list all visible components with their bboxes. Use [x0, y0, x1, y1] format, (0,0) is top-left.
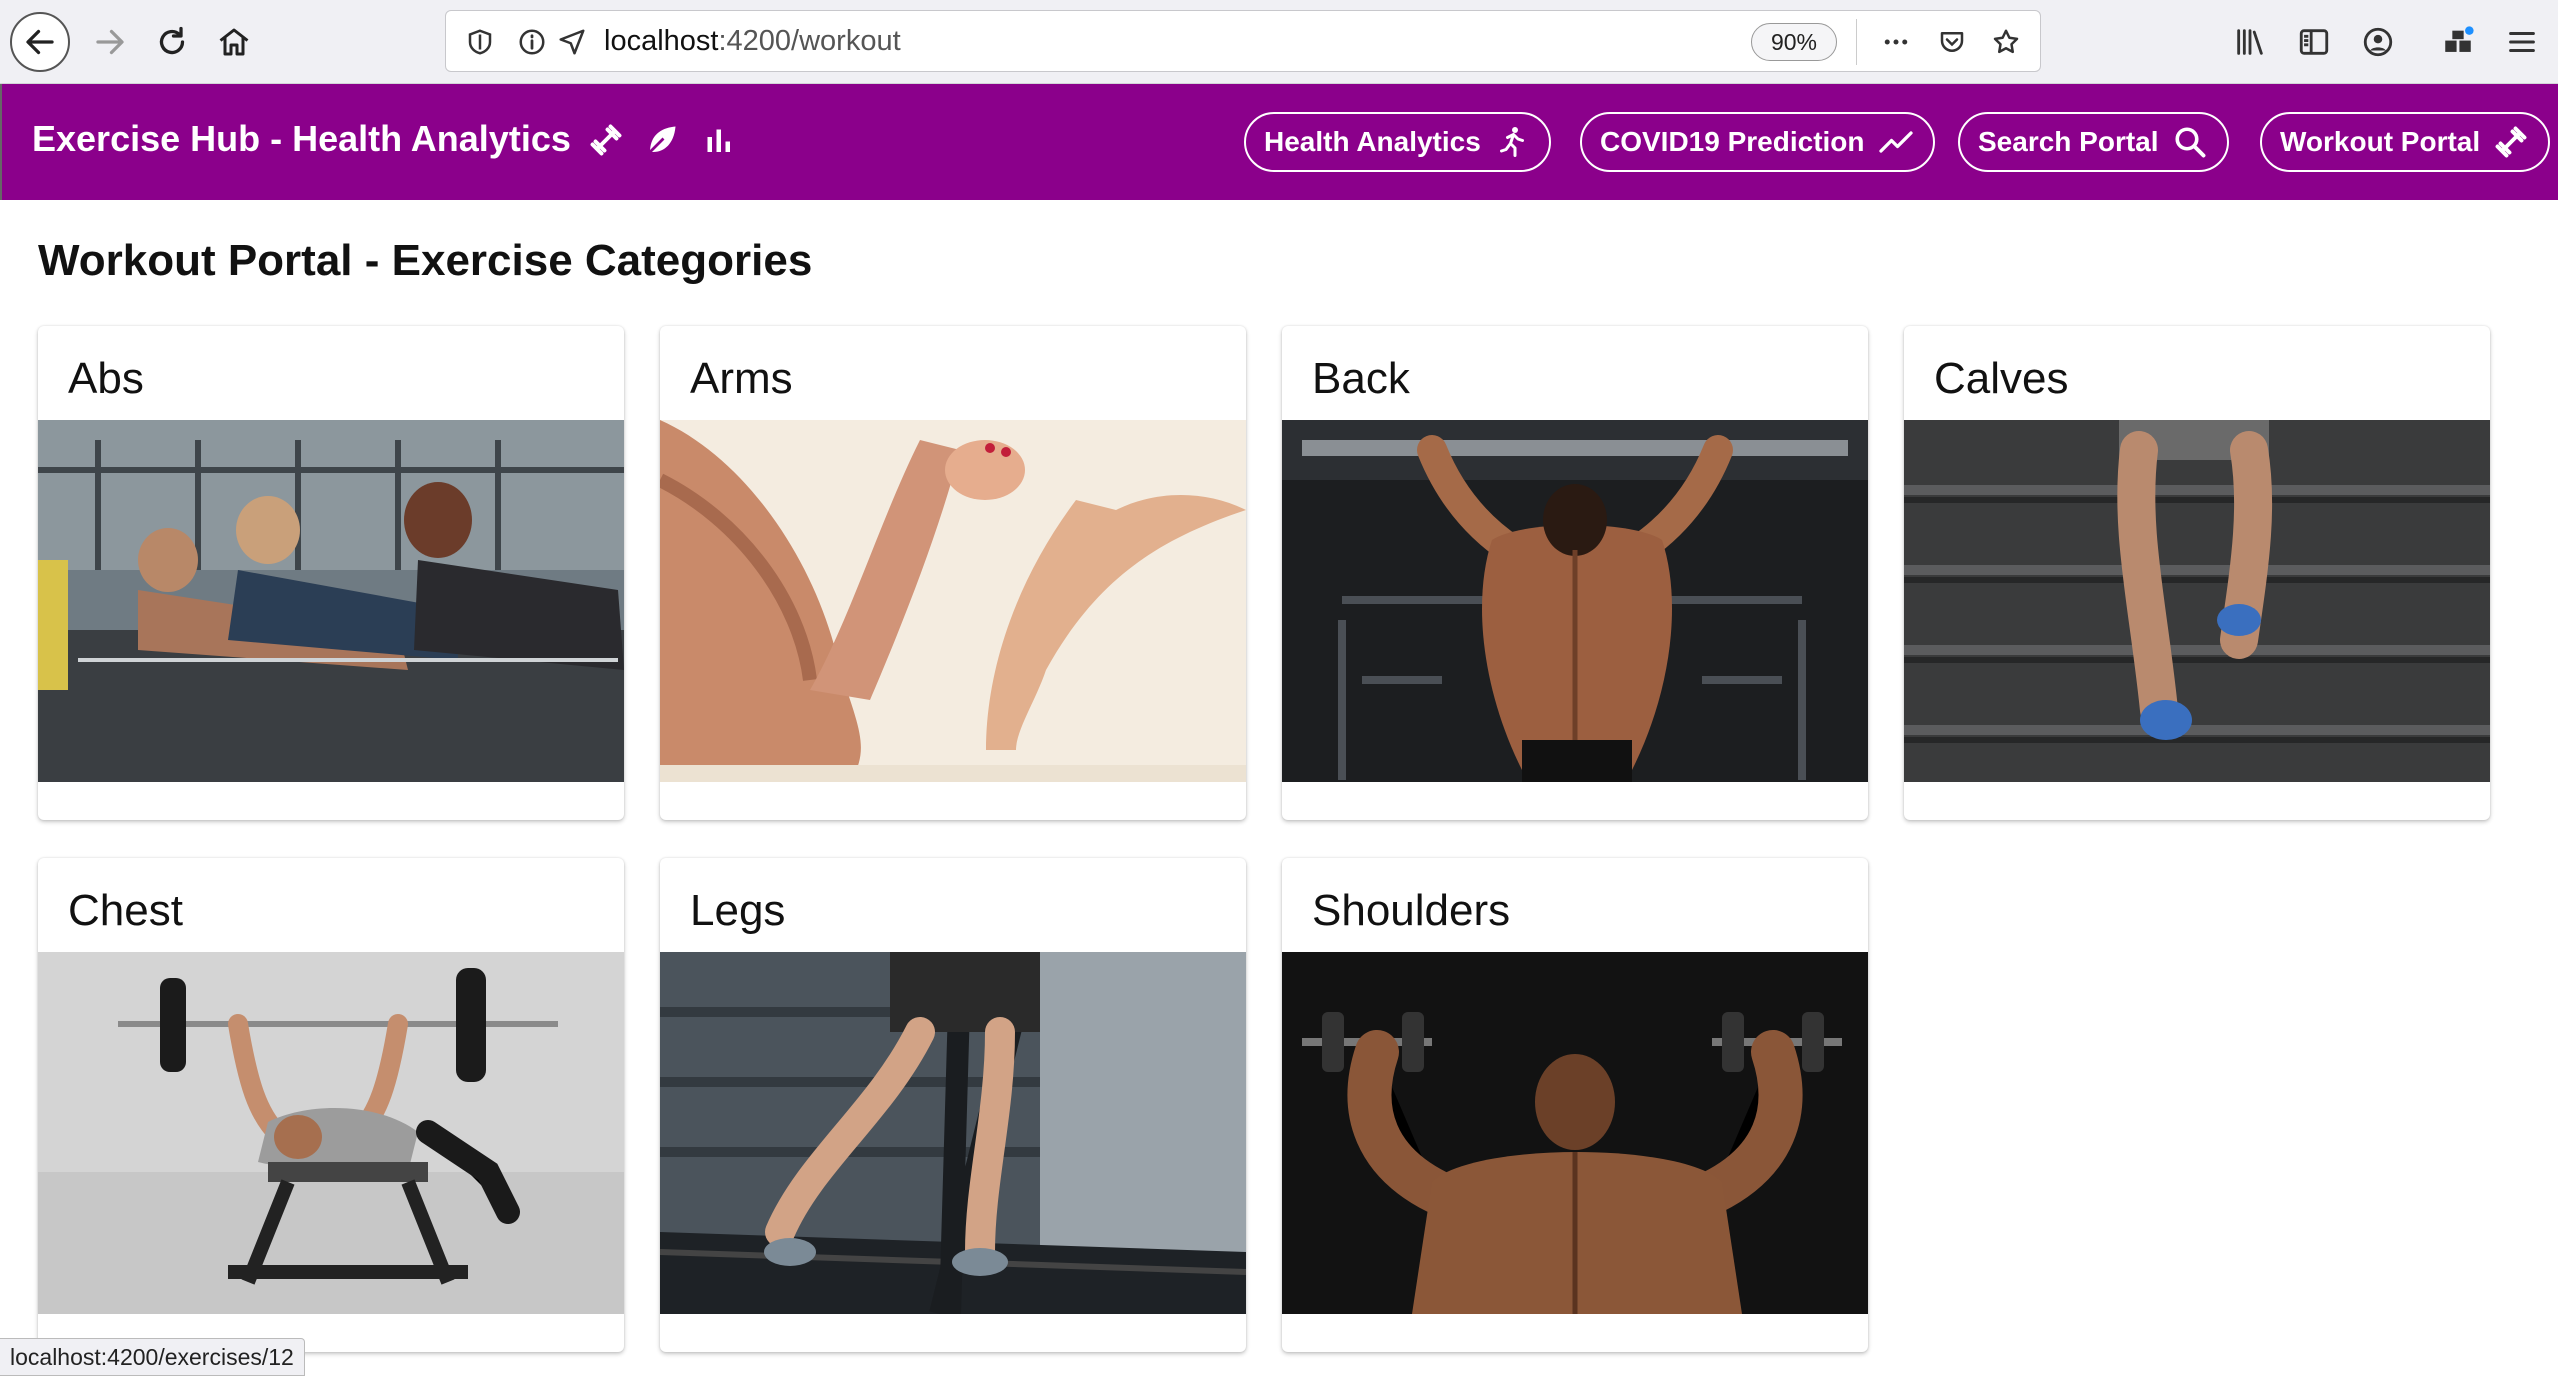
hamburger-menu-icon[interactable]: [2500, 20, 2544, 64]
reload-icon: [159, 26, 185, 55]
card-image[interactable]: [1282, 420, 1868, 782]
status-url: localhost:4200/exercises/12: [10, 1343, 294, 1370]
nav-label: Workout Portal: [2280, 126, 2481, 157]
location-arrow-icon[interactable]: [554, 24, 590, 60]
nav-search-portal[interactable]: Search Portal: [1958, 112, 2229, 172]
library-icon[interactable]: [2228, 20, 2272, 64]
zoom-badge[interactable]: 90%: [1751, 23, 1837, 61]
sidebar-icon[interactable]: [2292, 20, 2336, 64]
nav-label: Search Portal: [1978, 126, 2159, 157]
leaf-icon: [642, 120, 682, 160]
bar-chart-icon: [698, 120, 738, 160]
card-image[interactable]: [1904, 420, 2490, 782]
category-card-abs[interactable]: Abs: [38, 326, 624, 820]
card-image[interactable]: [38, 952, 624, 1314]
card-title: Legs: [690, 886, 786, 935]
url-bar[interactable]: localhost:4200/workout 90%: [445, 10, 2041, 72]
nav-health-analytics[interactable]: Health Analytics: [1244, 112, 1551, 172]
category-card-calves[interactable]: Calves: [1904, 326, 2490, 820]
account-icon[interactable]: [2356, 20, 2400, 64]
brand-title[interactable]: Exercise Hub - Health Analytics: [32, 118, 571, 160]
nav-workout-portal[interactable]: Workout Portal: [2260, 112, 2551, 172]
arrow-right-icon: [96, 29, 124, 55]
url-separator: [1856, 19, 1857, 65]
home-icon: [219, 28, 249, 56]
url-host: localhost: [604, 25, 719, 57]
pocket-icon[interactable]: [1934, 24, 1970, 60]
info-icon[interactable]: [514, 24, 550, 60]
brand-icons: [586, 120, 738, 160]
category-card-chest[interactable]: Chest: [38, 858, 624, 1352]
nav-label: Health Analytics: [1264, 126, 1481, 157]
card-title: Shoulders: [1312, 886, 1511, 935]
card-image[interactable]: [660, 420, 1246, 782]
url-path: :4200/workout: [718, 25, 901, 57]
card-title: Arms: [690, 354, 793, 403]
shield-icon[interactable]: [462, 24, 498, 60]
search-icon: [2171, 123, 2209, 161]
dumbbell-icon: [586, 120, 626, 160]
more-actions-icon[interactable]: [1878, 24, 1914, 60]
category-card-back[interactable]: Back: [1282, 326, 1868, 820]
status-bar: localhost:4200/exercises/12: [0, 1338, 305, 1376]
back-button[interactable]: [10, 12, 70, 72]
card-image[interactable]: [38, 420, 624, 782]
category-card-legs[interactable]: Legs: [660, 858, 1246, 1352]
bookmark-star-icon[interactable]: [1988, 24, 2024, 60]
category-card-shoulders[interactable]: Shoulders: [1282, 858, 1868, 1352]
url-text[interactable]: localhost:4200/workout: [604, 25, 901, 58]
reload-button[interactable]: [142, 12, 202, 72]
card-image[interactable]: [660, 952, 1246, 1314]
card-title: Calves: [1934, 354, 2069, 403]
card-title: Chest: [68, 886, 183, 935]
browser-toolbar: localhost:4200/workout 90%: [0, 0, 2558, 84]
nav-covid19-prediction[interactable]: COVID19 Prediction: [1580, 112, 1935, 172]
nav-label: COVID19 Prediction: [1600, 126, 1865, 157]
extensions-icon[interactable]: [2436, 20, 2480, 64]
card-title: Abs: [68, 354, 144, 403]
app-header: Exercise Hub - Health Analytics Health A…: [0, 84, 2558, 200]
card-title: Back: [1312, 354, 1410, 403]
arrow-left-icon: [26, 29, 54, 55]
page-title: Workout Portal - Exercise Categories: [38, 236, 813, 285]
forward-button[interactable]: [80, 12, 140, 72]
home-button[interactable]: [204, 12, 264, 72]
running-person-icon: [1493, 123, 1531, 161]
dumbbell-icon: [2492, 123, 2530, 161]
trending-up-icon: [1877, 123, 1915, 161]
card-image[interactable]: [1282, 952, 1868, 1314]
category-card-arms[interactable]: Arms: [660, 326, 1246, 820]
